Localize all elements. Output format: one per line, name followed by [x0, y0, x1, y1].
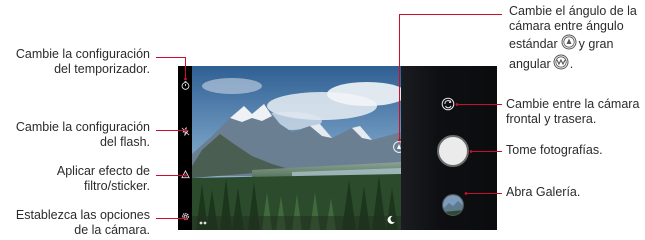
angle-leader-line: [399, 14, 502, 140]
callout-leader-lines: [156, 14, 502, 220]
timer-leader-line: [156, 57, 186, 79]
